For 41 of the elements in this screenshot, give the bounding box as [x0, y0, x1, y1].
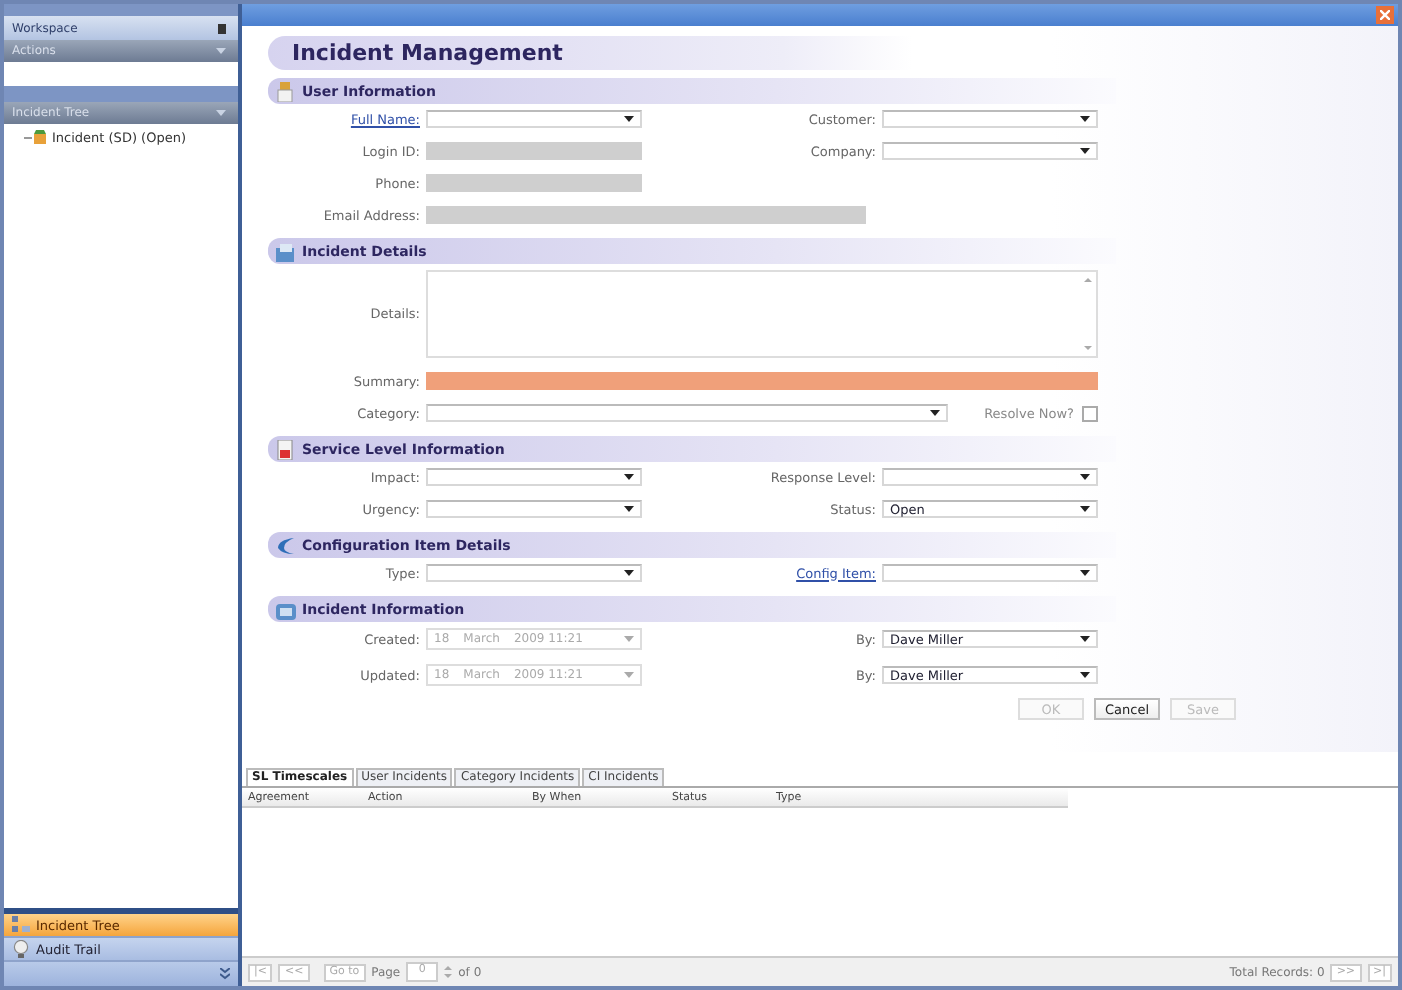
caret-icon: [1080, 116, 1090, 122]
dropdown-field[interactable]: [426, 404, 949, 422]
caret-icon: [1080, 474, 1090, 480]
dropdown-field[interactable]: [882, 142, 1098, 160]
monitor-icon: [276, 241, 296, 261]
caret-icon: [624, 570, 634, 576]
chevron-icon: [216, 48, 226, 54]
caret-icon: [1080, 506, 1090, 512]
dropdown-field[interactable]: [426, 110, 642, 128]
tree-icon: [12, 916, 30, 934]
dropdown-field[interactable]: [882, 110, 1098, 128]
caret-icon: [624, 636, 634, 642]
person-icon: [276, 81, 296, 101]
caret-icon: [1080, 570, 1090, 576]
pin-icon: [218, 23, 226, 33]
dropdown-field[interactable]: [882, 468, 1098, 486]
dropdown-field[interactable]: [426, 564, 642, 582]
close-button[interactable]: [1376, 6, 1394, 24]
document-icon: [276, 439, 296, 459]
caret-icon: [624, 506, 634, 512]
caret-icon: [624, 116, 634, 122]
dropdown-field[interactable]: [426, 500, 642, 518]
summary-field[interactable]: [426, 372, 1098, 390]
dropdown-field[interactable]: [426, 468, 642, 486]
caret-icon: [1080, 636, 1090, 642]
caret-icon: [624, 474, 634, 480]
chevron-icon: [216, 110, 226, 116]
caret-icon: [1080, 148, 1090, 154]
caret-icon: [930, 410, 941, 416]
dropdown-field[interactable]: [882, 564, 1098, 582]
close-icon: [1380, 10, 1390, 20]
spinner-icon: [444, 964, 453, 980]
window-icon: [276, 599, 296, 619]
chevron-down-icon: [220, 968, 230, 980]
incident-icon: [24, 128, 48, 146]
caret-icon: [1080, 672, 1090, 678]
bulb-icon: [12, 940, 30, 958]
swoosh-icon: [276, 535, 296, 555]
resolve-checkbox[interactable]: [1082, 405, 1098, 421]
details-textarea[interactable]: [426, 270, 1098, 358]
caret-icon: [624, 672, 634, 678]
